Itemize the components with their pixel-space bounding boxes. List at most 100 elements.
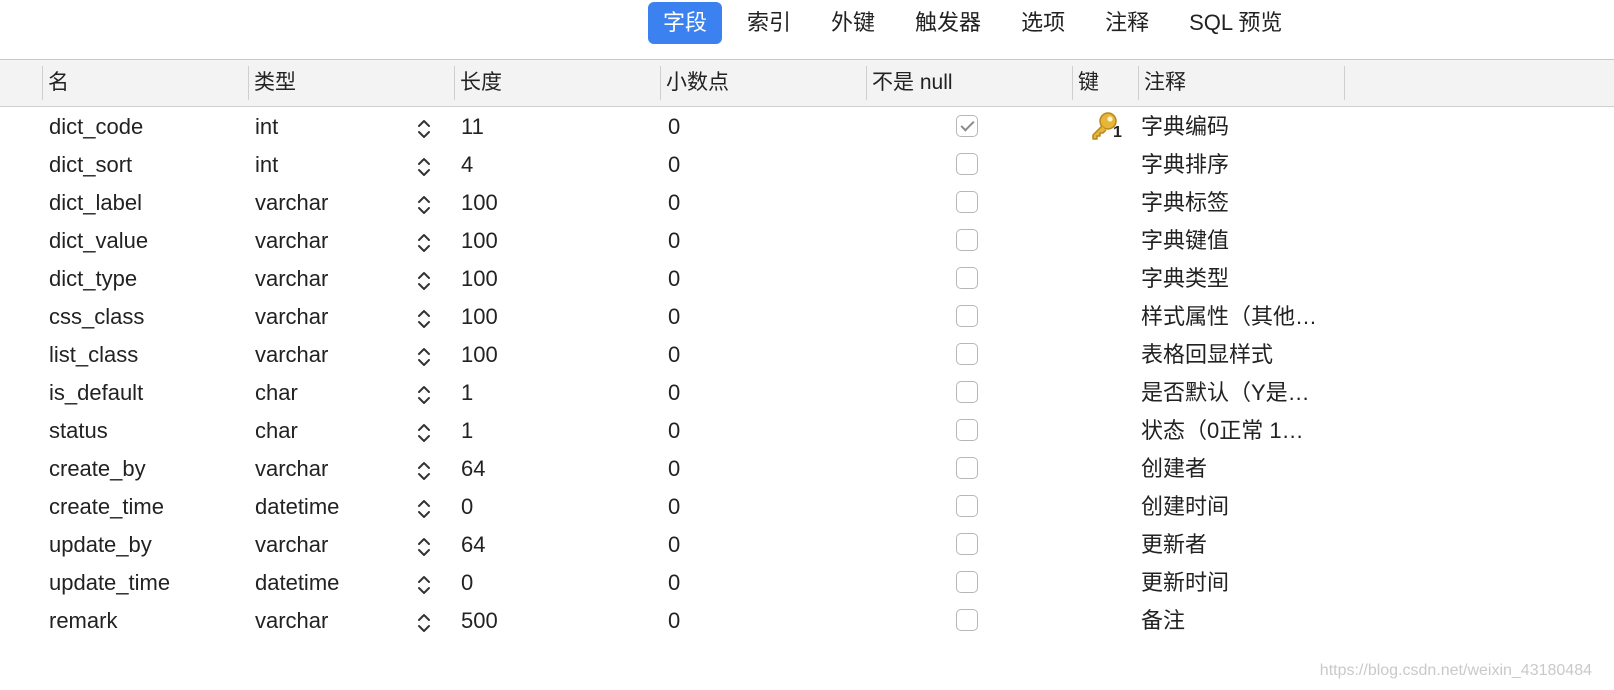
- field-name-cell[interactable]: list_class: [49, 336, 239, 374]
- updown-chevron-icon[interactable]: [415, 230, 435, 254]
- column-header-decimal[interactable]: 小数点: [660, 60, 866, 106]
- not-null-checkbox[interactable]: [956, 153, 980, 177]
- tab-options[interactable]: 选项: [1006, 2, 1080, 44]
- tab-foreign-keys[interactable]: 外键: [816, 2, 890, 44]
- table-row[interactable]: css_class varchar 100 0 样式属性（其他…: [0, 298, 1614, 336]
- not-null-checkbox[interactable]: [956, 115, 980, 139]
- not-null-checkbox[interactable]: [956, 495, 980, 519]
- updown-chevron-icon[interactable]: [415, 192, 435, 216]
- tab-fields[interactable]: 字段: [648, 2, 723, 44]
- field-decimal-cell[interactable]: 0: [668, 488, 828, 526]
- column-header-length[interactable]: 长度: [454, 60, 660, 106]
- field-comment-cell[interactable]: 创建时间: [1141, 488, 1346, 526]
- checkbox-box[interactable]: [956, 609, 978, 631]
- field-type-cell[interactable]: int: [255, 146, 405, 184]
- field-type-cell[interactable]: varchar: [255, 260, 405, 298]
- field-name-cell[interactable]: is_default: [49, 374, 239, 412]
- field-name-cell[interactable]: update_time: [49, 564, 239, 602]
- field-decimal-cell[interactable]: 0: [668, 108, 828, 146]
- column-header-type[interactable]: 类型: [248, 60, 454, 106]
- field-type-cell[interactable]: char: [255, 412, 405, 450]
- not-null-checkbox[interactable]: [956, 571, 980, 595]
- field-length-cell[interactable]: 0: [461, 488, 641, 526]
- checkbox-box[interactable]: [956, 305, 978, 327]
- field-comment-cell[interactable]: 创建者: [1141, 450, 1346, 488]
- field-comment-cell[interactable]: 是否默认（Y是…: [1141, 374, 1346, 412]
- table-row[interactable]: dict_type varchar 100 0 字典类型: [0, 260, 1614, 298]
- field-decimal-cell[interactable]: 0: [668, 184, 828, 222]
- table-row[interactable]: update_by varchar 64 0 更新者: [0, 526, 1614, 564]
- field-length-cell[interactable]: 100: [461, 222, 641, 260]
- tab-sql-preview[interactable]: SQL 预览: [1174, 2, 1297, 44]
- field-length-cell[interactable]: 1: [461, 374, 641, 412]
- field-type-cell[interactable]: varchar: [255, 298, 405, 336]
- checkbox-box[interactable]: [956, 191, 978, 213]
- not-null-checkbox[interactable]: [956, 191, 980, 215]
- table-row[interactable]: status char 1 0 状态（0正常 1…: [0, 412, 1614, 450]
- field-comment-cell[interactable]: 字典排序: [1141, 146, 1346, 184]
- field-comment-cell[interactable]: 备注: [1141, 602, 1346, 640]
- not-null-checkbox[interactable]: [956, 457, 980, 481]
- field-type-cell[interactable]: varchar: [255, 222, 405, 260]
- checkbox-box[interactable]: [956, 229, 978, 251]
- field-length-cell[interactable]: 100: [461, 260, 641, 298]
- field-comment-cell[interactable]: 更新时间: [1141, 564, 1346, 602]
- checkbox-box[interactable]: [956, 153, 978, 175]
- updown-chevron-icon[interactable]: [415, 572, 435, 596]
- updown-chevron-icon[interactable]: [415, 610, 435, 634]
- updown-chevron-icon[interactable]: [415, 116, 435, 140]
- field-decimal-cell[interactable]: 0: [668, 374, 828, 412]
- updown-chevron-icon[interactable]: [415, 534, 435, 558]
- field-name-cell[interactable]: dict_label: [49, 184, 239, 222]
- field-name-cell[interactable]: dict_sort: [49, 146, 239, 184]
- field-length-cell[interactable]: 64: [461, 450, 641, 488]
- updown-chevron-icon[interactable]: [415, 496, 435, 520]
- field-type-cell[interactable]: varchar: [255, 602, 405, 640]
- not-null-checkbox[interactable]: [956, 609, 980, 633]
- field-type-cell[interactable]: varchar: [255, 336, 405, 374]
- field-decimal-cell[interactable]: 0: [668, 260, 828, 298]
- field-comment-cell[interactable]: 状态（0正常 1…: [1141, 412, 1346, 450]
- checkbox-box[interactable]: [956, 457, 978, 479]
- field-type-cell[interactable]: varchar: [255, 184, 405, 222]
- updown-chevron-icon[interactable]: [415, 382, 435, 406]
- table-row[interactable]: create_time datetime 0 0 创建时间: [0, 488, 1614, 526]
- table-row[interactable]: dict_value varchar 100 0 字典键值: [0, 222, 1614, 260]
- table-row[interactable]: update_time datetime 0 0 更新时间: [0, 564, 1614, 602]
- field-name-cell[interactable]: remark: [49, 602, 239, 640]
- updown-chevron-icon[interactable]: [415, 154, 435, 178]
- table-row[interactable]: dict_code int 11 0 1 字典编码: [0, 108, 1614, 146]
- table-row[interactable]: list_class varchar 100 0 表格回显样式: [0, 336, 1614, 374]
- field-comment-cell[interactable]: 表格回显样式: [1141, 336, 1346, 374]
- field-decimal-cell[interactable]: 0: [668, 564, 828, 602]
- field-type-cell[interactable]: varchar: [255, 450, 405, 488]
- checkbox-box[interactable]: [956, 419, 978, 441]
- field-length-cell[interactable]: 64: [461, 526, 641, 564]
- field-length-cell[interactable]: 11: [461, 108, 641, 146]
- field-name-cell[interactable]: dict_value: [49, 222, 239, 260]
- field-type-cell[interactable]: varchar: [255, 526, 405, 564]
- not-null-checkbox[interactable]: [956, 343, 980, 367]
- updown-chevron-icon[interactable]: [415, 268, 435, 292]
- field-decimal-cell[interactable]: 0: [668, 526, 828, 564]
- field-length-cell[interactable]: 4: [461, 146, 641, 184]
- tab-indexes[interactable]: 索引: [732, 2, 806, 44]
- field-decimal-cell[interactable]: 0: [668, 298, 828, 336]
- field-type-cell[interactable]: datetime: [255, 564, 405, 602]
- field-comment-cell[interactable]: 样式属性（其他…: [1141, 298, 1346, 336]
- field-decimal-cell[interactable]: 0: [668, 222, 828, 260]
- field-name-cell[interactable]: status: [49, 412, 239, 450]
- checkbox-box[interactable]: [956, 533, 978, 555]
- field-name-cell[interactable]: create_by: [49, 450, 239, 488]
- not-null-checkbox[interactable]: [956, 533, 980, 557]
- field-length-cell[interactable]: 100: [461, 336, 641, 374]
- field-name-cell[interactable]: create_time: [49, 488, 239, 526]
- checkbox-box[interactable]: [956, 267, 978, 289]
- tab-comment[interactable]: 注释: [1090, 2, 1164, 44]
- updown-chevron-icon[interactable]: [415, 344, 435, 368]
- column-divider[interactable]: [1344, 66, 1345, 100]
- checkbox-box[interactable]: [956, 571, 978, 593]
- column-header-key[interactable]: 键: [1072, 60, 1138, 106]
- updown-chevron-icon[interactable]: [415, 458, 435, 482]
- checkbox-box[interactable]: [956, 115, 978, 137]
